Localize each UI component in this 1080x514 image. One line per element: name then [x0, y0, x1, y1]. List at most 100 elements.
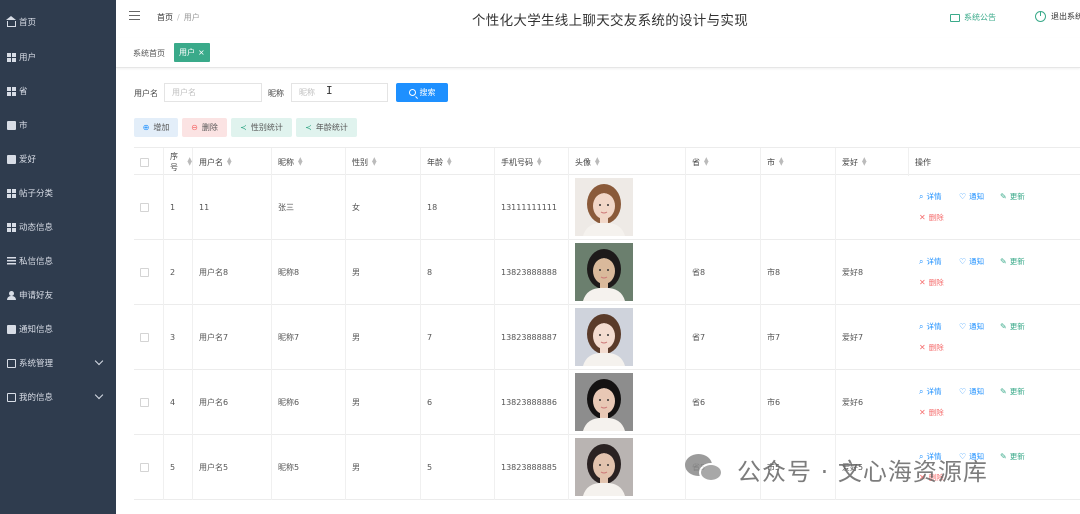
sidebar-item[interactable]: 爱好	[0, 142, 116, 176]
column-header[interactable]: 用户名 ▲ ▼	[192, 148, 271, 176]
avatar	[575, 438, 633, 496]
column-header-label: 操作	[915, 157, 931, 167]
sidebar-item[interactable]: 省	[0, 74, 116, 108]
gender-stats-button[interactable]: ≺ 性别统计	[231, 118, 292, 137]
row-delete-button[interactable]: ✕ 删除	[919, 407, 944, 418]
column-header-label: 手机号码	[501, 157, 533, 167]
column-header[interactable]: 省 ▲ ▼	[685, 148, 760, 176]
column-header[interactable]: 爱好 ▲ ▼	[835, 148, 908, 176]
sidebar: 首页 用户省市爱好 帖子分类 动态信息 私信信息申请好友通知信息 系统管理 我的信息	[0, 0, 116, 514]
username-input[interactable]: 用户名	[164, 83, 262, 102]
row-delete-button[interactable]: ✕ 删除	[919, 212, 944, 223]
detail-button[interactable]: ⌕ 详情	[919, 386, 941, 397]
row-operations: ⌕ 详情 ♡ 通知 ✎ 更新 ✕ 删除	[918, 305, 1080, 370]
row-checkbox[interactable]	[140, 268, 149, 277]
update-button[interactable]: ✎ 更新	[1000, 451, 1025, 462]
power-icon	[1035, 11, 1046, 22]
cell-gender: 女	[345, 175, 420, 240]
add-button[interactable]: ⊕ 增加	[134, 118, 178, 137]
cell-phone: 13823888887	[494, 305, 568, 370]
sort-icon[interactable]: ▲ ▼	[227, 157, 232, 167]
sidebar-item[interactable]: 用户	[0, 40, 116, 74]
column-header[interactable]: 序号 ▲ ▼	[163, 148, 192, 176]
sidebar-item[interactable]: 通知信息	[0, 312, 116, 346]
sidebar-item[interactable]: 首页	[0, 5, 116, 39]
update-button[interactable]: ✎ 更新	[1000, 256, 1025, 267]
sort-icon[interactable]: ▲ ▼	[595, 157, 600, 167]
sort-icon[interactable]: ▲ ▼	[447, 157, 452, 167]
column-header[interactable]: 头像 ▲ ▼	[568, 148, 685, 176]
logout-button[interactable]: 退出系统	[1035, 11, 1080, 22]
cell-username: 用户名5	[192, 435, 271, 500]
sidebar-item[interactable]: 私信信息	[0, 244, 116, 278]
sidebar-item[interactable]: 申请好友	[0, 278, 116, 312]
breadcrumb: 首页 / 用户	[157, 12, 200, 23]
row-delete-button-label: 删除	[928, 343, 944, 352]
menu-toggle-icon[interactable]	[129, 11, 140, 20]
sort-icon[interactable]: ▲ ▼	[779, 157, 784, 167]
column-header-label: 年龄	[427, 157, 443, 167]
notify-button[interactable]: ♡ 通知	[959, 386, 984, 397]
row-checkbox[interactable]	[140, 333, 149, 342]
sidebar-item[interactable]: 市	[0, 108, 116, 142]
notify-button[interactable]: ♡ 通知	[959, 256, 984, 267]
cell-city: 市6	[760, 370, 835, 435]
search-icon	[408, 89, 416, 96]
detail-button[interactable]: ⌕ 详情	[919, 191, 941, 202]
home-icon	[6, 15, 16, 27]
column-header[interactable]: 手机号码 ▲ ▼	[494, 148, 568, 176]
detail-button[interactable]: ⌕ 详情	[919, 321, 941, 332]
gender-stats-label: 性别统计	[250, 123, 283, 132]
breadcrumb-home[interactable]: 首页	[157, 13, 173, 22]
column-header-label: 序号	[170, 152, 178, 172]
system-notice-button[interactable]: 系统公告	[950, 12, 996, 23]
notify-button[interactable]: ♡ 通知	[959, 191, 984, 202]
column-header[interactable]: 市 ▲ ▼	[760, 148, 835, 176]
row-checkbox[interactable]	[140, 463, 149, 472]
sort-icon[interactable]: ▲ ▼	[862, 157, 867, 167]
column-header[interactable]: 年龄 ▲ ▼	[420, 148, 494, 176]
nickname-input[interactable]: 昵称	[291, 83, 388, 102]
sort-icon[interactable]: ▲ ▼	[372, 157, 377, 167]
select-all-cell	[134, 148, 163, 176]
cell-nickname: 昵称6	[271, 370, 345, 435]
tab-close-icon[interactable]: ×	[198, 48, 205, 57]
column-header-label: 爱好	[842, 157, 858, 167]
cell-username: 用户名8	[192, 240, 271, 305]
update-button[interactable]: ✎ 更新	[1000, 386, 1025, 397]
tab-system-home[interactable]: 系统首页	[133, 48, 165, 59]
sidebar-item[interactable]: 动态信息	[0, 210, 116, 244]
sort-icon[interactable]: ▲ ▼	[704, 157, 709, 167]
sidebar-item[interactable]: 帖子分类	[0, 176, 116, 210]
sidebar-item-label: 省	[19, 87, 28, 97]
heart-icon: ♡	[959, 192, 967, 201]
top-header: 首页 / 用户 个性化大学生线上聊天交友系统的设计与实现 系统公告 退出系统	[116, 0, 1080, 36]
row-delete-button[interactable]: ✕ 删除	[919, 342, 944, 353]
detail-button[interactable]: ⌕ 详情	[919, 256, 941, 267]
plus-circle-icon: ⊕	[142, 123, 150, 132]
sidebar-item[interactable]: 系统管理	[0, 346, 116, 380]
edit-icon: ✎	[1000, 192, 1007, 201]
sort-icon[interactable]: ▲ ▼	[537, 157, 542, 167]
age-stats-button[interactable]: ≺ 年龄统计	[296, 118, 357, 137]
sidebar-item[interactable]: 我的信息	[0, 380, 116, 414]
sidebar-item-label: 申请好友	[19, 291, 54, 301]
delete-button[interactable]: ⊖ 删除	[182, 118, 227, 137]
row-delete-button[interactable]: ✕ 删除	[919, 277, 944, 288]
select-all-checkbox[interactable]	[140, 157, 149, 167]
update-button[interactable]: ✎ 更新	[1000, 321, 1025, 332]
column-header[interactable]: 操作	[908, 148, 1080, 176]
sort-icon[interactable]: ▲ ▼	[298, 157, 303, 167]
tab-user[interactable]: 用户 ×	[174, 43, 210, 62]
column-header[interactable]: 性别 ▲ ▼	[345, 148, 420, 176]
update-button-label: 更新	[1009, 387, 1025, 396]
cell-hobby: 爱好6	[835, 370, 908, 435]
box-icon	[7, 324, 16, 334]
notify-button[interactable]: ♡ 通知	[959, 321, 984, 332]
search-button[interactable]: 搜索	[396, 83, 448, 102]
row-checkbox[interactable]	[140, 203, 149, 212]
column-header[interactable]: 昵称 ▲ ▼	[271, 148, 345, 176]
row-checkbox[interactable]	[140, 398, 149, 407]
update-button[interactable]: ✎ 更新	[1000, 191, 1025, 202]
box-icon	[7, 120, 16, 130]
